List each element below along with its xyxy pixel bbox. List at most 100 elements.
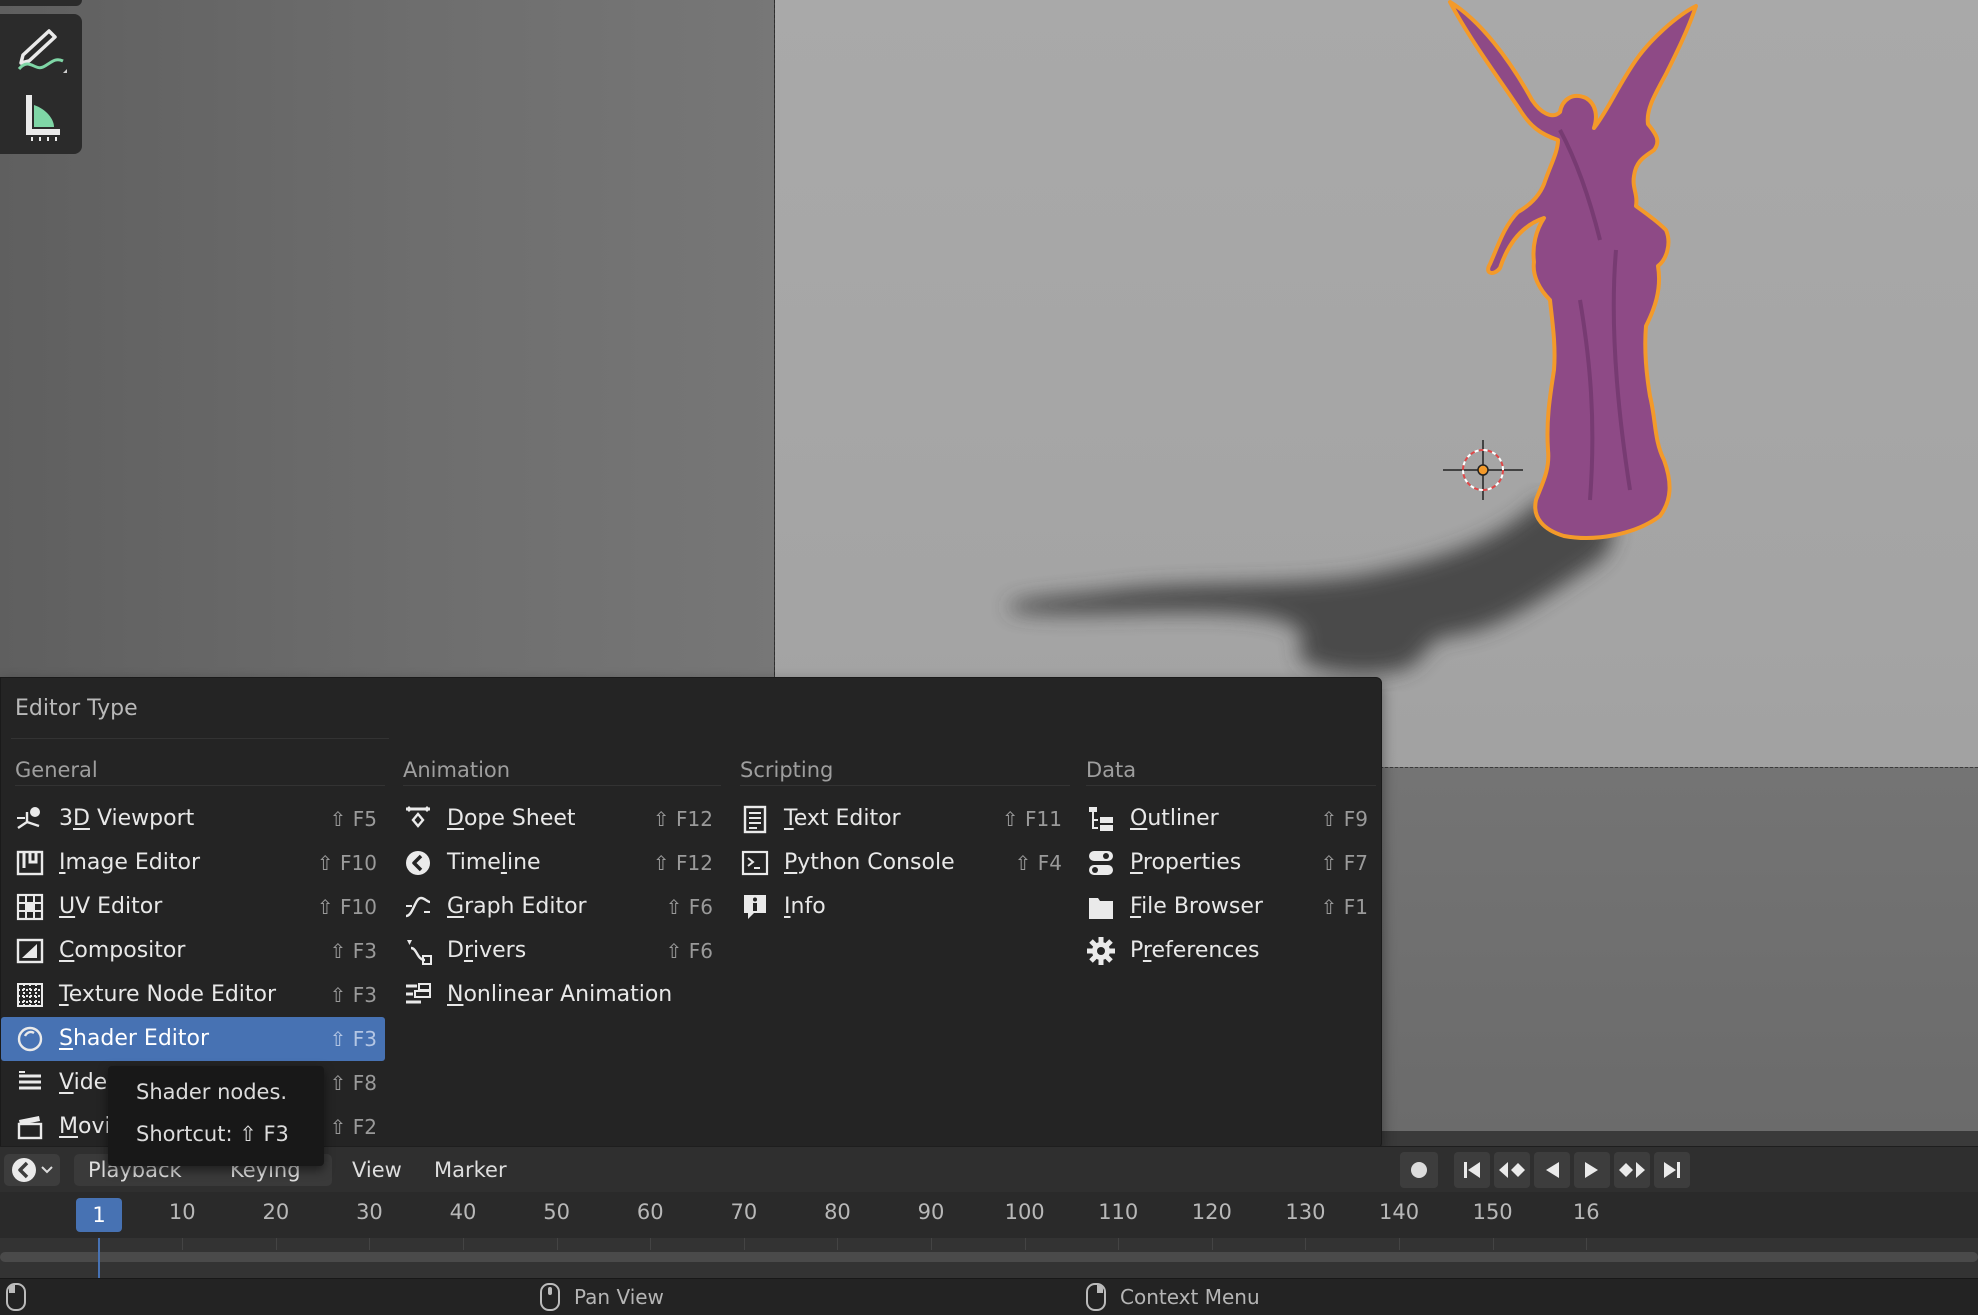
menu-item-python-console[interactable]: Python Console ⇧ F4 [726,841,1070,885]
status-context-menu: Context Menu [1086,1279,1260,1315]
menu-title-separator [11,738,389,739]
playhead-line[interactable] [98,1238,100,1278]
menu-item-texture-node-editor[interactable]: Texture Node Editor ⇧ F3 [1,973,385,1017]
menu-item-image-editor[interactable]: Image Editor ⇧ F10 [1,841,385,885]
menu-title: Editor Type [15,696,138,721]
current-frame-indicator[interactable]: 1 [76,1198,122,1232]
timeline-ruler[interactable]: 1 10 20 30 40 50 60 70 80 90 100 110 120 130 140 150 16 [0,1192,1978,1238]
menu-item-shortcut: ⇧ F2 [329,1115,377,1139]
frame-gridline [1305,1238,1307,1250]
data-column: Data Outliner ⇧ F9 Properties ⇧ F7 File Brow… [1072,753,1376,973]
menu-item-graph-editor[interactable]: Graph Editor ⇧ F6 [389,885,721,929]
menu-item-text-editor[interactable]: Text Editor ⇧ F11 [726,797,1070,841]
marker-menu[interactable]: Marker [434,1147,507,1193]
label-hotkey-letter: G [447,894,465,919]
label-hotkey-letter: F [1130,894,1142,919]
menu-item-shader-editor[interactable]: Shader Editor ⇧ F3 [1,1017,385,1061]
menu-item-drivers[interactable]: Drivers ⇧ F6 [389,929,721,973]
jump-end-icon [1664,1162,1680,1178]
label-hotkey-letter: C [59,938,75,963]
menu-item-3d-viewport[interactable]: 3D Viewport ⇧ F5 [1,797,385,841]
mouse-right-icon [1086,1283,1106,1311]
menu-item-preferences[interactable]: Preferences [1072,929,1376,973]
menu-item-label: Timeline [447,841,653,885]
menu-item-label: Python Console [784,841,1015,885]
menu-item-dope-sheet[interactable]: Dope Sheet ⇧ F12 [389,797,721,841]
column-header-general: General [1,753,385,787]
timeline-scrollbar[interactable] [0,1252,1978,1262]
annotate-tool-button[interactable] [8,20,74,80]
frame-gridline [369,1238,371,1250]
menu-item-shortcut: ⇧ F12 [652,807,713,831]
measure-tool-button[interactable] [8,86,74,146]
label-hotkey-letter: M [59,1114,78,1139]
lower-right-viewport[interactable] [1380,767,1978,1131]
menu-item-timeline[interactable]: Timeline ⇧ F12 [389,841,721,885]
label-hotkey-letter: V [59,1070,74,1095]
menu-item-nonlinear-animation[interactable]: Nonlinear Animation [389,973,721,1017]
animation-column: Animation Dope Sheet ⇧ F12 Timeline ⇧ F12 Gr… [389,753,721,1017]
preferences-icon [1086,936,1116,966]
label-hotkey-letter: r [463,938,473,963]
label-hotkey-letter: N [447,982,464,1007]
label-hotkey-letter: D [447,806,464,831]
play-button[interactable] [1574,1152,1610,1188]
label-hotkey-letter: O [1130,806,1148,831]
outliner-icon [1086,804,1116,834]
jump-end-button[interactable] [1654,1152,1690,1188]
menu-item-properties[interactable]: Properties ⇧ F7 [1072,841,1376,885]
label-part: ython Console [797,850,955,875]
menu-item-label: Drivers [447,929,666,973]
menu-item-outliner[interactable]: Outliner ⇧ F9 [1072,797,1376,841]
frame-tick-label: 16 [1572,1200,1600,1224]
tool-shelf [0,14,82,154]
label-part: Viewport [89,806,195,831]
view-menu[interactable]: View [352,1147,402,1193]
prev-keyframe-button[interactable] [1494,1152,1530,1188]
menu-item-label: File Browser [1130,885,1321,929]
mouse-left-icon [6,1283,26,1311]
jump-start-icon [1464,1162,1480,1178]
timeline-clock-icon [12,1158,36,1182]
menu-item-label: 3D Viewport [59,797,330,841]
frame-tick-label: 20 [262,1200,290,1224]
python-console-icon [740,848,770,878]
menu-item-label: Shader Editor [59,1017,330,1061]
3d-cursor-icon[interactable] [1443,440,1523,500]
frame-gridline [556,1238,558,1250]
label-part: ompositor [74,938,186,963]
status-pan-view: Pan View [540,1279,664,1315]
annotate-pencil-icon [17,29,67,73]
menu-item-file-browser[interactable]: File Browser ⇧ F1 [1072,885,1376,929]
header-corner [0,0,82,6]
menu-item-uv-editor[interactable]: UV Editor ⇧ F10 [1,885,385,929]
menu-item-shortcut: ⇧ F4 [1014,851,1062,875]
play-reverse-button[interactable] [1534,1152,1570,1188]
menu-item-label: Graph Editor [447,885,666,929]
frame-gridline [1211,1238,1213,1250]
menu-item-label: Dope Sheet [447,797,653,841]
menu-item-info[interactable]: Info [726,885,1070,929]
label-part: roperties [1142,850,1242,875]
movie-clip-editor-icon [15,1112,45,1142]
menu-item-shortcut: ⇧ F11 [1001,807,1062,831]
status-left [6,1279,26,1315]
menu-item-compositor[interactable]: Compositor ⇧ F3 [1,929,385,973]
frame-gridline [463,1238,465,1250]
drivers-icon [403,936,433,966]
frame-tick-label: 90 [917,1200,945,1224]
pan-view-label: Pan View [574,1285,664,1309]
playback-controls [1400,1152,1690,1188]
jump-start-button[interactable] [1454,1152,1490,1188]
label-part: ext Editor [793,806,901,831]
record-button[interactable] [1400,1152,1438,1188]
image-editor-icon [15,848,45,878]
menu-item-shortcut: ⇧ F3 [329,1027,377,1051]
frame-gridline [650,1238,652,1250]
next-keyframe-button[interactable] [1614,1152,1650,1188]
uv-editor-icon [15,892,45,922]
menu-item-shortcut: ⇧ F7 [1320,851,1368,875]
editor-type-button[interactable] [4,1154,60,1186]
menu-item-shortcut: ⇧ F3 [329,939,377,963]
menu-item-shortcut: ⇧ F5 [329,807,377,831]
